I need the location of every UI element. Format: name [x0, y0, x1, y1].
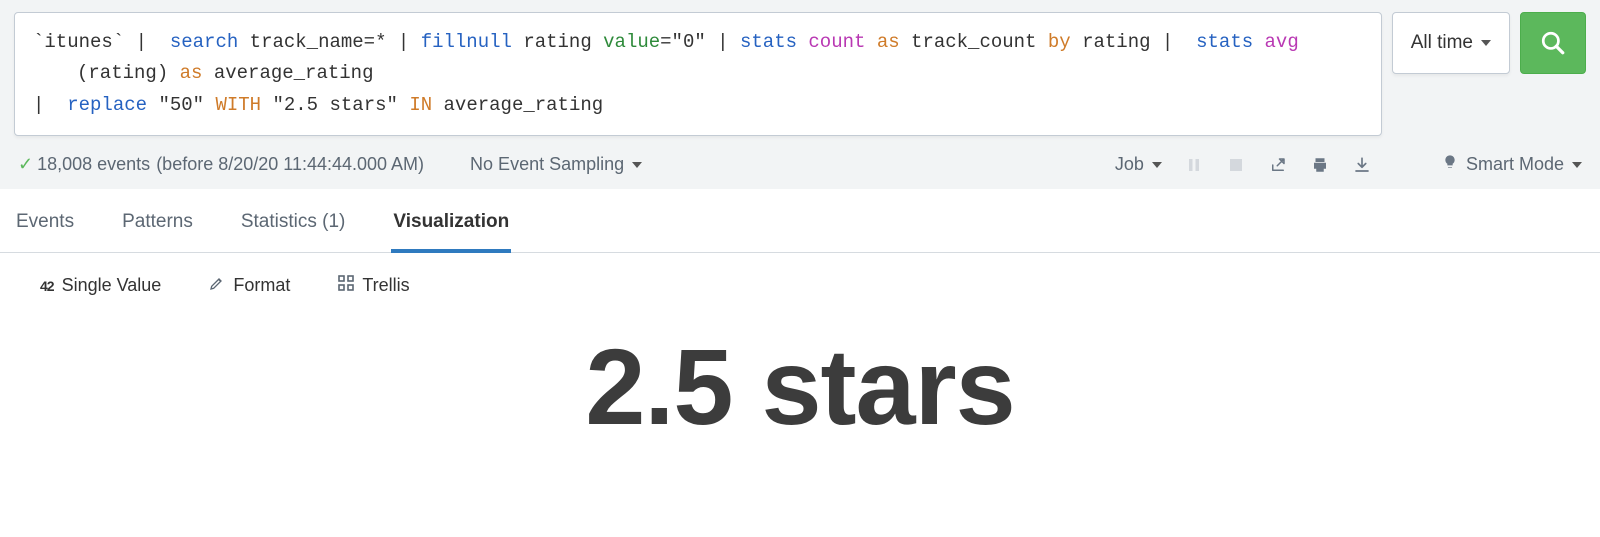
pause-button — [1184, 155, 1204, 175]
status-bar: ✓ 18,008 events (before 8/20/20 11:44:44… — [14, 136, 1586, 189]
stop-button — [1226, 155, 1246, 175]
search-icon — [1540, 30, 1566, 56]
chevron-down-icon — [1572, 162, 1582, 168]
viz-toolbar: 42 Single Value Format Trellis — [0, 253, 1600, 306]
viz-format-button[interactable]: Format — [209, 275, 290, 296]
single-value-icon: 42 — [40, 278, 54, 294]
chevron-down-icon — [1152, 162, 1162, 168]
paintbrush-icon — [209, 275, 225, 296]
time-range-label: All time — [1411, 32, 1473, 54]
visualization-panel: 2.5 stars — [0, 306, 1600, 489]
time-range-picker[interactable]: All time — [1392, 12, 1510, 74]
event-count[interactable]: 18,008 events — [37, 154, 150, 175]
tab-statistics[interactable]: Statistics (1) — [239, 203, 348, 252]
check-icon: ✓ — [18, 154, 33, 175]
search-mode-dropdown[interactable]: Smart Mode — [1442, 154, 1582, 175]
share-button[interactable] — [1268, 155, 1288, 175]
trellis-icon — [338, 275, 354, 296]
print-button[interactable] — [1310, 155, 1330, 175]
job-dropdown[interactable]: Job — [1115, 154, 1162, 175]
lightbulb-icon — [1442, 154, 1458, 175]
results-tabs: Events Patterns Statistics (1) Visualiza… — [0, 189, 1600, 253]
single-value-result: 2.5 stars — [585, 324, 1014, 449]
search-query-box[interactable]: `itunes` | search track_name=* | fillnul… — [14, 12, 1382, 136]
chevron-down-icon — [632, 162, 642, 168]
search-button[interactable] — [1520, 12, 1586, 74]
export-button[interactable] — [1352, 155, 1372, 175]
search-query-text: `itunes` | search track_name=* | fillnul… — [33, 27, 1363, 121]
event-sampling-dropdown[interactable]: No Event Sampling — [470, 154, 642, 175]
chevron-down-icon — [1481, 40, 1491, 46]
viz-type-picker[interactable]: 42 Single Value — [40, 275, 161, 296]
tab-patterns[interactable]: Patterns — [120, 203, 195, 252]
tab-events[interactable]: Events — [14, 203, 76, 252]
tab-visualization[interactable]: Visualization — [391, 203, 511, 253]
viz-trellis-button[interactable]: Trellis — [338, 275, 409, 296]
event-timerange: (before 8/20/20 11:44:44.000 AM) — [156, 154, 424, 175]
